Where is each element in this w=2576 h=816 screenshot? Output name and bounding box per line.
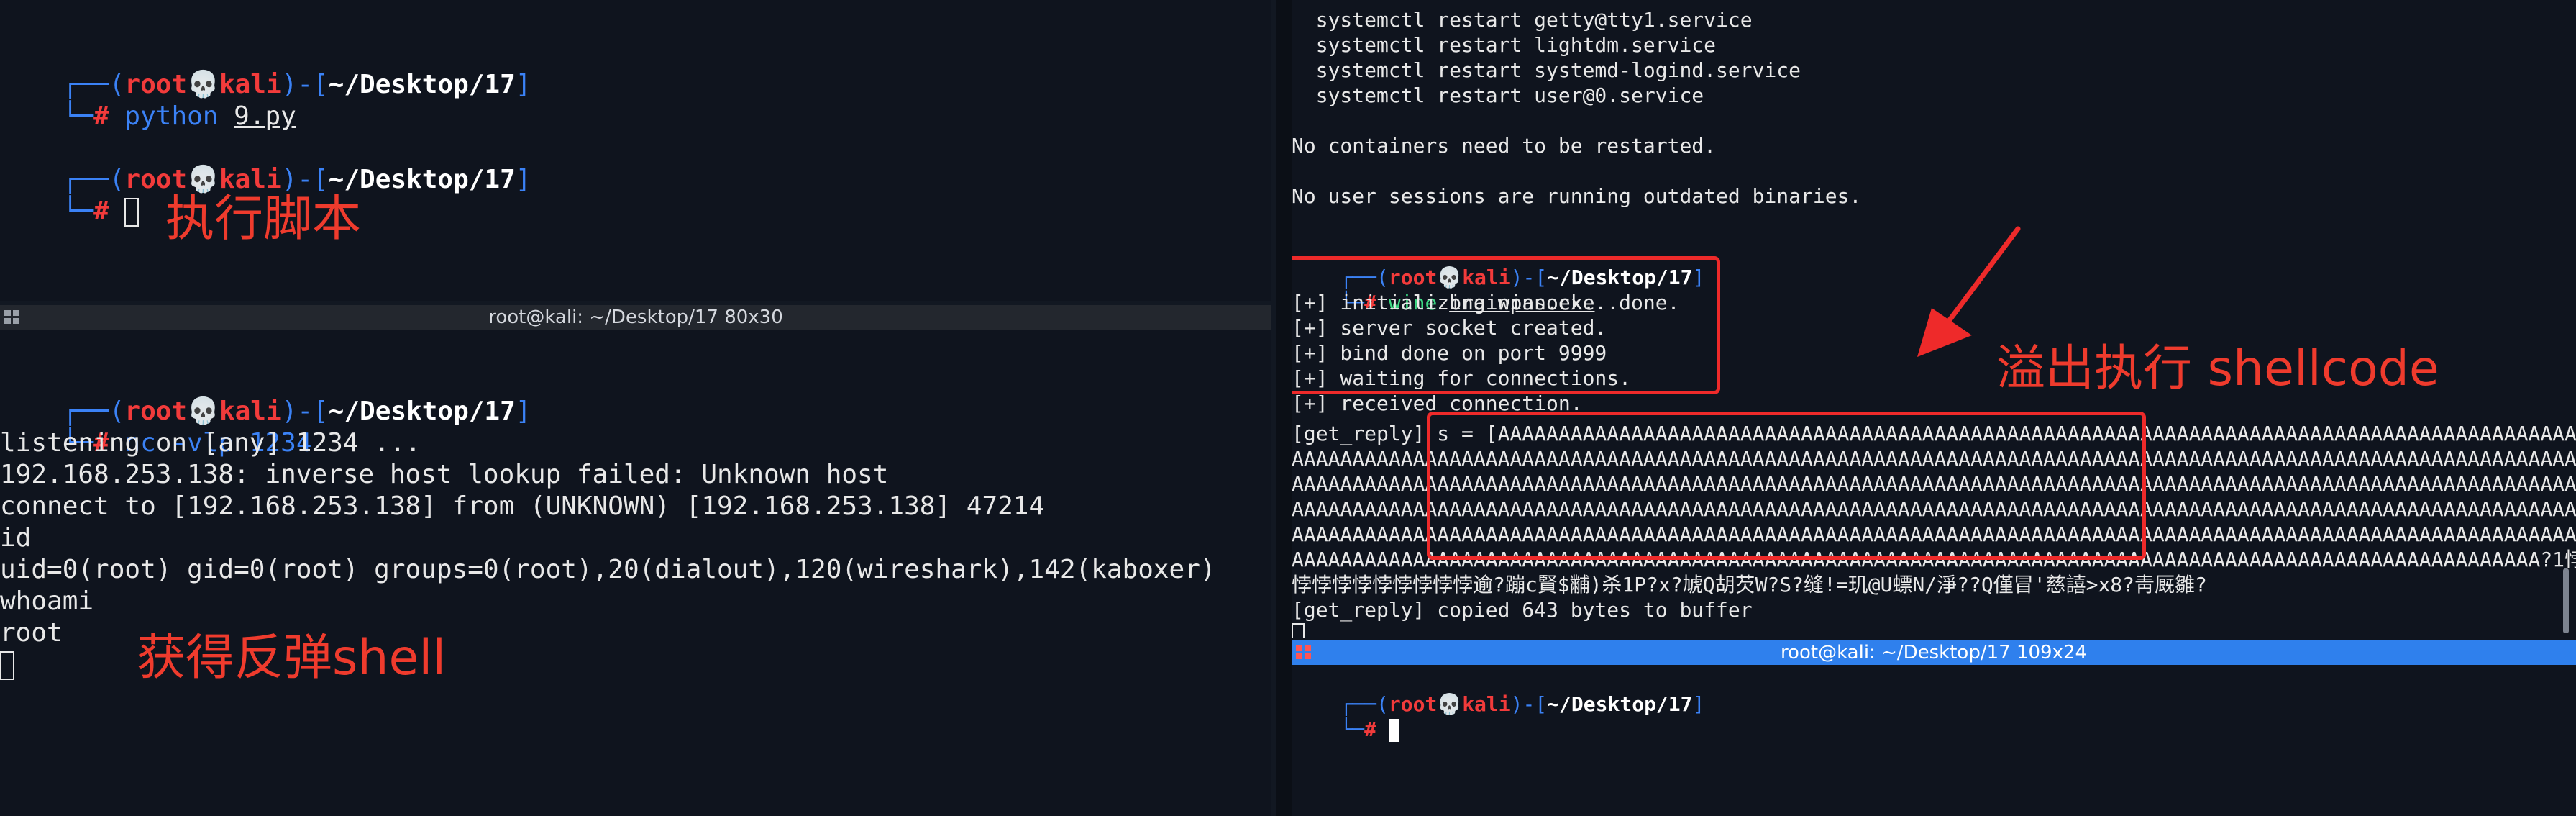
copied-line: [get_reply] copied 643 bytes to buffer <box>1292 598 1753 622</box>
reply-line: 悖悖悖悖悖悖悖悖悖逾?蹦c賢$黼)杀1P?x?虓Q胡芡W?S?缝!=玑@U螵N/… <box>1292 573 2207 597</box>
split-icon[interactable] <box>1296 645 1313 660</box>
pane-divider[interactable] <box>1276 0 1292 816</box>
left-bottom-terminal[interactable]: root@kali: ~/Desktop/17 80x30 ┌──(root💀k… <box>0 305 1271 816</box>
output-line: listening on [any] 1234 ... <box>0 428 421 458</box>
terminal-titlebar: root@kali: ~/Desktop/17 109x24 <box>1292 640 2576 665</box>
output-line: systemctl restart user@0.service <box>1292 83 1704 107</box>
highlight-box-server <box>1292 256 1720 394</box>
output-line: whoami <box>0 586 94 616</box>
output-line: No containers need to be restarted. <box>1292 134 1717 158</box>
highlight-box-payload <box>1427 412 2146 560</box>
terminal-cursor <box>1292 623 1305 638</box>
terminal-cursor <box>1388 719 1399 742</box>
output-line: 192.168.253.138: inverse host lookup fai… <box>0 460 889 489</box>
output-line: uid=0(root) gid=0(root) groups=0(root),2… <box>0 555 1216 584</box>
annotation-shellcode: 溢出执行 shellcode <box>1996 340 2439 397</box>
split-icon[interactable] <box>4 310 22 325</box>
output-line: id <box>0 523 32 553</box>
right-top-terminal[interactable]: systemctl restart getty@tty1.service sys… <box>1292 0 2576 638</box>
cursor-line[interactable] <box>0 649 14 681</box>
terminal-titlebar: root@kali: ~/Desktop/17 80x30 <box>0 305 1271 330</box>
output-line: systemctl restart lightdm.service <box>1292 33 1717 57</box>
annotation-run-script: 执行脚本 <box>165 191 362 248</box>
output-line: root <box>0 618 63 648</box>
right-bottom-terminal[interactable]: root@kali: ~/Desktop/17 109x24 ┌──(root💀… <box>1292 638 2576 816</box>
terminal-cursor <box>0 651 14 680</box>
output-line: connect to [192.168.253.138] from (UNKNO… <box>0 491 1045 521</box>
left-top-terminal[interactable]: ┌──(root💀kali)-[~/Desktop/17] └─# python… <box>0 0 1271 301</box>
terminal-title: root@kali: ~/Desktop/17 80x30 <box>488 307 783 328</box>
output-line: systemctl restart systemd-logind.service <box>1292 58 1801 82</box>
output-line: No user sessions are running outdated bi… <box>1292 184 1862 208</box>
output-line: systemctl restart getty@tty1.service <box>1292 8 1753 32</box>
terminal-cursor <box>124 198 140 227</box>
annotation-reverse-shell: 获得反弹shell <box>137 630 447 686</box>
terminal-title: root@kali: ~/Desktop/17 109x24 <box>1780 642 2088 663</box>
command-line[interactable]: └─# <box>0 164 140 259</box>
command-line[interactable]: └─# <box>1292 692 1399 767</box>
scrollbar[interactable] <box>2563 568 2569 633</box>
cursor-line[interactable] <box>1292 620 1305 638</box>
